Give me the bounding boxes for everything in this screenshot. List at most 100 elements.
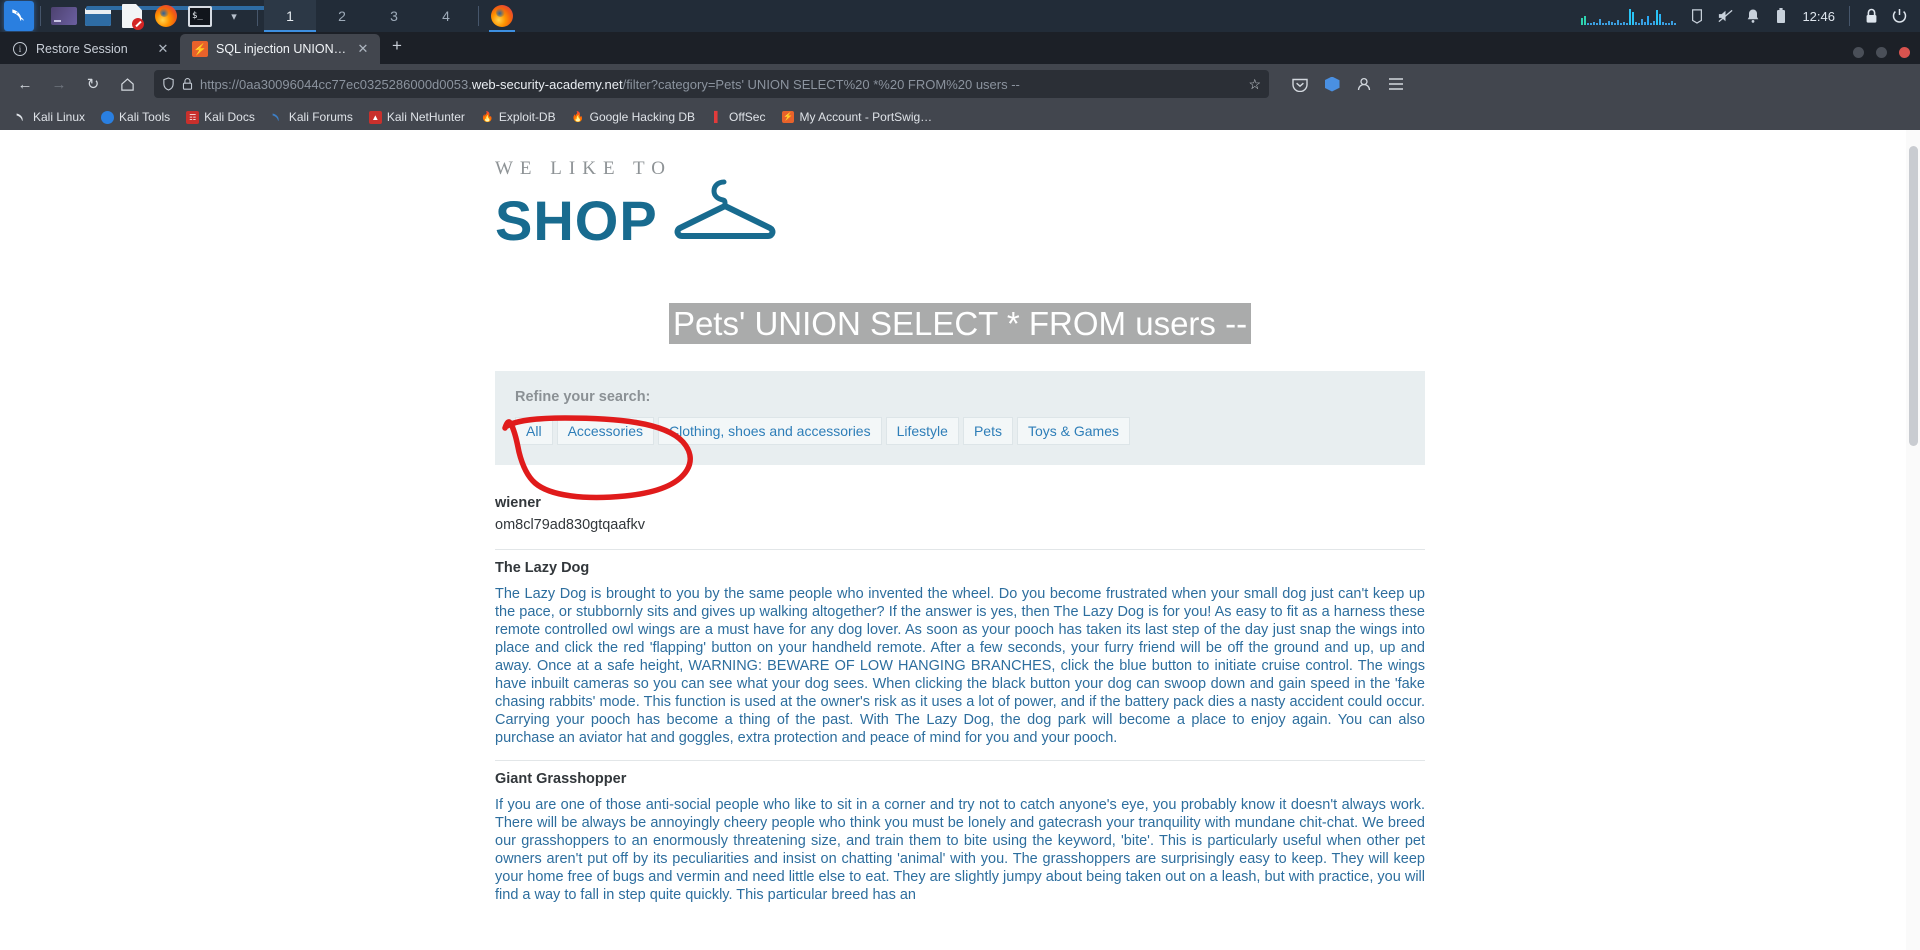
account-icon[interactable]: [1351, 71, 1377, 97]
filter-clothing-button[interactable]: Clothing, shoes and accessories: [658, 417, 882, 445]
firefox-launcher-button[interactable]: [149, 0, 183, 32]
network-graph-icon: [1581, 7, 1677, 25]
workspace-1[interactable]: 1: [264, 0, 316, 32]
firefox-window: i Restore Session ✕ ⚡ SQL injection UNIO…: [0, 32, 1920, 950]
bookmark-offsec[interactable]: ▌ OffSec: [704, 107, 772, 127]
filter-pets-button[interactable]: Pets: [962, 417, 1013, 445]
window-controls: [1853, 47, 1910, 58]
shop-page: WE LIKE TO SHOP Pets' UNION SELECT * FRO…: [0, 130, 1920, 905]
window-close-button[interactable]: [1899, 47, 1910, 58]
menu-hamburger-icon[interactable]: [1383, 71, 1409, 97]
back-button[interactable]: ←: [10, 70, 40, 98]
kali-dragon-icon: [15, 111, 28, 124]
bookmark-kali-nethunter[interactable]: ▲ Kali NetHunter: [362, 107, 472, 127]
bookmark-label: Kali Docs: [204, 110, 255, 124]
leaked-username: wiener: [495, 495, 541, 511]
system-tray: 12:46: [1581, 0, 1920, 32]
firefox-icon: [155, 5, 177, 27]
url-host: web-security-academy.net: [471, 76, 623, 92]
filter-toys-games-button[interactable]: Toys & Games: [1016, 417, 1130, 445]
tab-sql-injection[interactable]: ⚡ SQL injection UNION atta ✕: [180, 34, 380, 64]
scrollbar-thumb[interactable]: [1909, 146, 1918, 446]
bookmark-exploit-db[interactable]: 🔥 Exploit-DB: [474, 107, 563, 127]
home-button[interactable]: [112, 70, 142, 98]
file-manager-button[interactable]: [81, 0, 266, 32]
url-subdomain: 0aa30096044cc77ec0325286000d0053.: [239, 76, 472, 92]
new-tab-button[interactable]: +: [380, 36, 414, 60]
page-title-text: Pets' UNION SELECT * FROM users --: [668, 303, 1252, 344]
kali-dragon-icon: [3, 1, 34, 31]
tab-label: Restore Session: [36, 42, 128, 56]
google-hacking-db-icon: 🔥: [571, 111, 585, 123]
bookmark-label: Google Hacking DB: [589, 110, 695, 124]
workspace-4[interactable]: 4: [420, 0, 472, 32]
page-scrollbar[interactable]: [1906, 130, 1920, 950]
refine-search-label: Refine your search:: [515, 389, 651, 405]
close-icon[interactable]: ✕: [156, 41, 170, 57]
extension-blue-icon[interactable]: [1319, 71, 1345, 97]
text-editor-button[interactable]: [115, 0, 149, 32]
filter-lifestyle-button[interactable]: Lifestyle: [885, 417, 959, 445]
logo-shop-text: SHOP: [495, 189, 658, 252]
folder-icon: [85, 6, 266, 26]
url-path: /filter?category=Pets' UNION SELECT%20 *…: [622, 76, 1020, 92]
product-description: The Lazy Dog is brought to you by the sa…: [495, 586, 1425, 746]
battery-icon[interactable]: [1768, 0, 1794, 32]
clipboard-icon[interactable]: [1684, 0, 1710, 32]
kali-menu-button[interactable]: [0, 0, 34, 32]
bookmark-star-icon[interactable]: ☆: [1248, 76, 1261, 93]
shield-icon[interactable]: [162, 77, 175, 91]
url-text: https://0aa30096044cc77ec0325286000d0053…: [200, 77, 1241, 92]
product-title: Giant Grasshopper: [495, 770, 627, 787]
volume-muted-icon[interactable]: [1712, 0, 1738, 32]
bookmark-label: Kali Linux: [33, 110, 86, 124]
maximize-button[interactable]: [1876, 47, 1887, 58]
tab-restore-session[interactable]: i Restore Session ✕: [0, 34, 180, 64]
pocket-icon[interactable]: [1287, 71, 1313, 97]
bookmark-kali-forums[interactable]: Kali Forums: [264, 107, 360, 127]
product-item: The Lazy Dog The Lazy Dog is brought to …: [495, 549, 1425, 748]
bookmark-kali-docs[interactable]: ☶ Kali Docs: [179, 107, 262, 127]
leaked-password: om8cl79ad830gtqaafkv: [495, 517, 645, 533]
logo-row[interactable]: SHOP: [495, 178, 1425, 249]
workspace-2[interactable]: 2: [316, 0, 368, 32]
kali-docs-icon: ☶: [186, 110, 200, 124]
filter-accessories-button[interactable]: Accessories: [556, 417, 655, 445]
bookmark-portswigger[interactable]: ⚡ My Account - PortSwig…: [774, 107, 939, 127]
product-item: Giant Grasshopper If you are one of thos…: [495, 759, 1425, 905]
tab-label: SQL injection UNION atta: [216, 42, 348, 56]
address-bar[interactable]: https://0aa30096044cc77ec0325286000d0053…: [154, 70, 1269, 98]
window-thumbnail-button[interactable]: [47, 0, 81, 32]
bookmark-kali-tools[interactable]: Kali Tools: [94, 107, 177, 127]
lock-icon[interactable]: [182, 77, 193, 91]
filter-all-button[interactable]: All: [515, 417, 553, 445]
firefox-icon-window: [491, 5, 513, 27]
close-icon[interactable]: ✕: [356, 41, 370, 57]
forward-button[interactable]: →: [44, 70, 74, 98]
bookmark-label: Kali Tools: [119, 110, 171, 124]
bookmark-google-hacking-db[interactable]: 🔥 Google Hacking DB: [565, 107, 702, 127]
launcher-dropdown-button[interactable]: ▾: [217, 0, 251, 32]
taskbar-clock[interactable]: 12:46: [1796, 9, 1841, 24]
bookmark-label: Kali Forums: [288, 110, 353, 124]
logo-tagline: WE LIKE TO: [495, 158, 672, 179]
results-list: wiener om8cl79ad830gtqaafkv The Lazy Dog…: [495, 491, 1425, 905]
bookmark-kali-linux[interactable]: Kali Linux: [8, 107, 92, 127]
workspace-3[interactable]: 3: [368, 0, 420, 32]
power-icon[interactable]: [1886, 0, 1912, 32]
taskbar-window-firefox[interactable]: [485, 0, 519, 32]
chevron-down-icon: ▾: [231, 10, 237, 23]
page-title: Pets' UNION SELECT * FROM users --: [495, 303, 1425, 344]
minimize-button[interactable]: [1853, 47, 1864, 58]
notification-bell-icon[interactable]: [1740, 0, 1766, 32]
bookmarks-bar: Kali Linux Kali Tools ☶ Kali Docs Kali F…: [0, 104, 1920, 130]
reload-button[interactable]: ↻: [78, 70, 108, 98]
exploit-db-icon: 🔥: [481, 111, 494, 123]
terminal-launcher-button[interactable]: $_: [183, 0, 217, 32]
bookmark-label: Kali NetHunter: [386, 110, 465, 124]
site-header: WE LIKE TO SHOP: [495, 130, 1425, 259]
kali-tools-icon: [101, 110, 115, 124]
lock-icon[interactable]: [1858, 0, 1884, 32]
taskbar-divider-3: [478, 6, 479, 26]
bookmark-label: My Account - PortSwig…: [799, 110, 933, 124]
